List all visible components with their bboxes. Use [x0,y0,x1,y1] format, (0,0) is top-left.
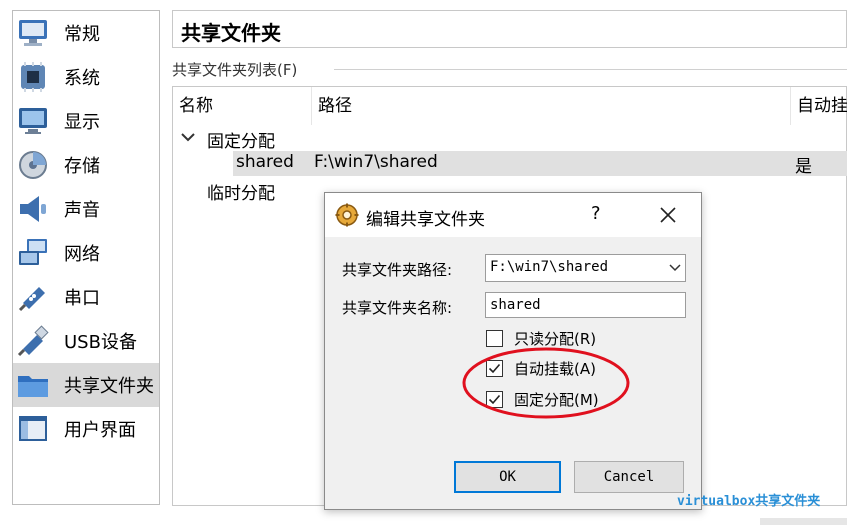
column-header-path[interactable]: 路径 [312,87,790,125]
usb-icon [16,324,50,358]
folder-name-label: 共享文件夹名称: [342,299,453,317]
edit-shared-folder-dialog: 编辑共享文件夹 ? 共享文件夹路径: F:\win7\shared 共享文件夹名… [324,192,702,510]
serial-port-icon [16,280,50,314]
auto-mount-checkbox[interactable]: 自动挂载(A) [486,358,596,379]
sidebar-item-label: 网络 [64,244,100,265]
folder-name-input[interactable]: shared [485,292,686,318]
tree-group-permanent[interactable]: 固定分配 [207,127,275,152]
column-header-auto-mount[interactable]: 自动挂 [791,87,847,125]
sidebar-item-user-interface[interactable]: 用户界面 [13,407,159,451]
settings-sidebar: 常规 系统 显示 存储 声音 网络 串口 USB设备 共享文件夹 用户界面 [12,10,160,505]
folder-path-label: 共享文件夹路径: [342,261,453,279]
folder-path-select[interactable]: F:\win7\shared [485,254,686,282]
sidebar-item-audio[interactable]: 声音 [13,187,159,231]
general-icon [16,16,50,50]
gear-icon [335,203,359,227]
make-permanent-checkbox[interactable]: 固定分配(M) [486,389,599,410]
sidebar-item-usb[interactable]: USB设备 [13,319,159,363]
read-only-checkbox[interactable]: 只读分配(R) [486,328,596,349]
checkmark-icon [488,363,501,374]
status-strip [760,518,847,525]
user-interface-icon [16,412,50,446]
page-title-box: 共享文件夹 [172,10,847,48]
checkbox-box[interactable] [486,360,503,377]
dialog-title: 编辑共享文件夹 [366,210,485,230]
checkbox-box[interactable] [486,330,503,347]
folder-name-value: shared [490,297,541,313]
system-icon [16,60,50,94]
checkbox-box[interactable] [486,391,503,408]
network-icon [16,236,50,270]
sidebar-item-label: 用户界面 [64,420,136,441]
sidebar-item-label: 声音 [64,200,100,221]
storage-icon [16,148,50,182]
display-icon [16,104,50,138]
sidebar-item-label: 常规 [64,24,100,45]
column-header-name[interactable]: 名称 [173,87,311,125]
sidebar-item-label: USB设备 [64,332,137,353]
row-name-cell: shared [236,152,294,172]
sidebar-item-shared-folders[interactable]: 共享文件夹 [13,363,159,407]
page-title: 共享文件夹 [181,21,281,45]
sidebar-item-label: 存储 [64,156,100,177]
sidebar-item-label: 串口 [64,288,100,309]
sidebar-item-display[interactable]: 显示 [13,99,159,143]
folder-path-value: F:\win7\shared [490,259,609,275]
shared-folder-list-label: 共享文件夹列表(F) [172,61,298,79]
checkbox-label: 只读分配(R) [514,330,597,348]
audio-icon [16,192,50,226]
shared-folder-icon [16,368,50,402]
cancel-button[interactable]: Cancel [574,461,684,493]
sidebar-item-label: 系统 [64,68,100,89]
checkbox-label: 自动挂载(A) [514,360,596,378]
table-row[interactable]: shared F:\win7\shared 是 [233,151,847,177]
sidebar-item-storage[interactable]: 存储 [13,143,159,187]
sidebar-item-general[interactable]: 常规 [13,11,159,55]
sidebar-item-network[interactable]: 网络 [13,231,159,275]
checkbox-label: 固定分配(M) [514,391,599,409]
sidebar-item-label: 显示 [64,112,100,133]
tree-group-transient[interactable]: 临时分配 [207,179,275,204]
chevron-down-icon[interactable] [181,132,195,142]
sidebar-item-system[interactable]: 系统 [13,55,159,99]
sidebar-item-label: 共享文件夹 [64,376,154,397]
watermark: virtualbox共享文件夹 [677,494,821,509]
row-auto-mount-cell: 是 [795,157,812,177]
checkmark-icon [488,394,501,405]
help-button[interactable]: ? [591,203,601,224]
row-path-cell: F:\win7\shared [314,152,438,172]
section-divider [334,69,847,70]
sidebar-item-serial-port[interactable]: 串口 [13,275,159,319]
ok-button[interactable]: OK [454,461,561,493]
chevron-down-icon[interactable] [669,264,681,272]
close-icon[interactable] [653,201,683,229]
